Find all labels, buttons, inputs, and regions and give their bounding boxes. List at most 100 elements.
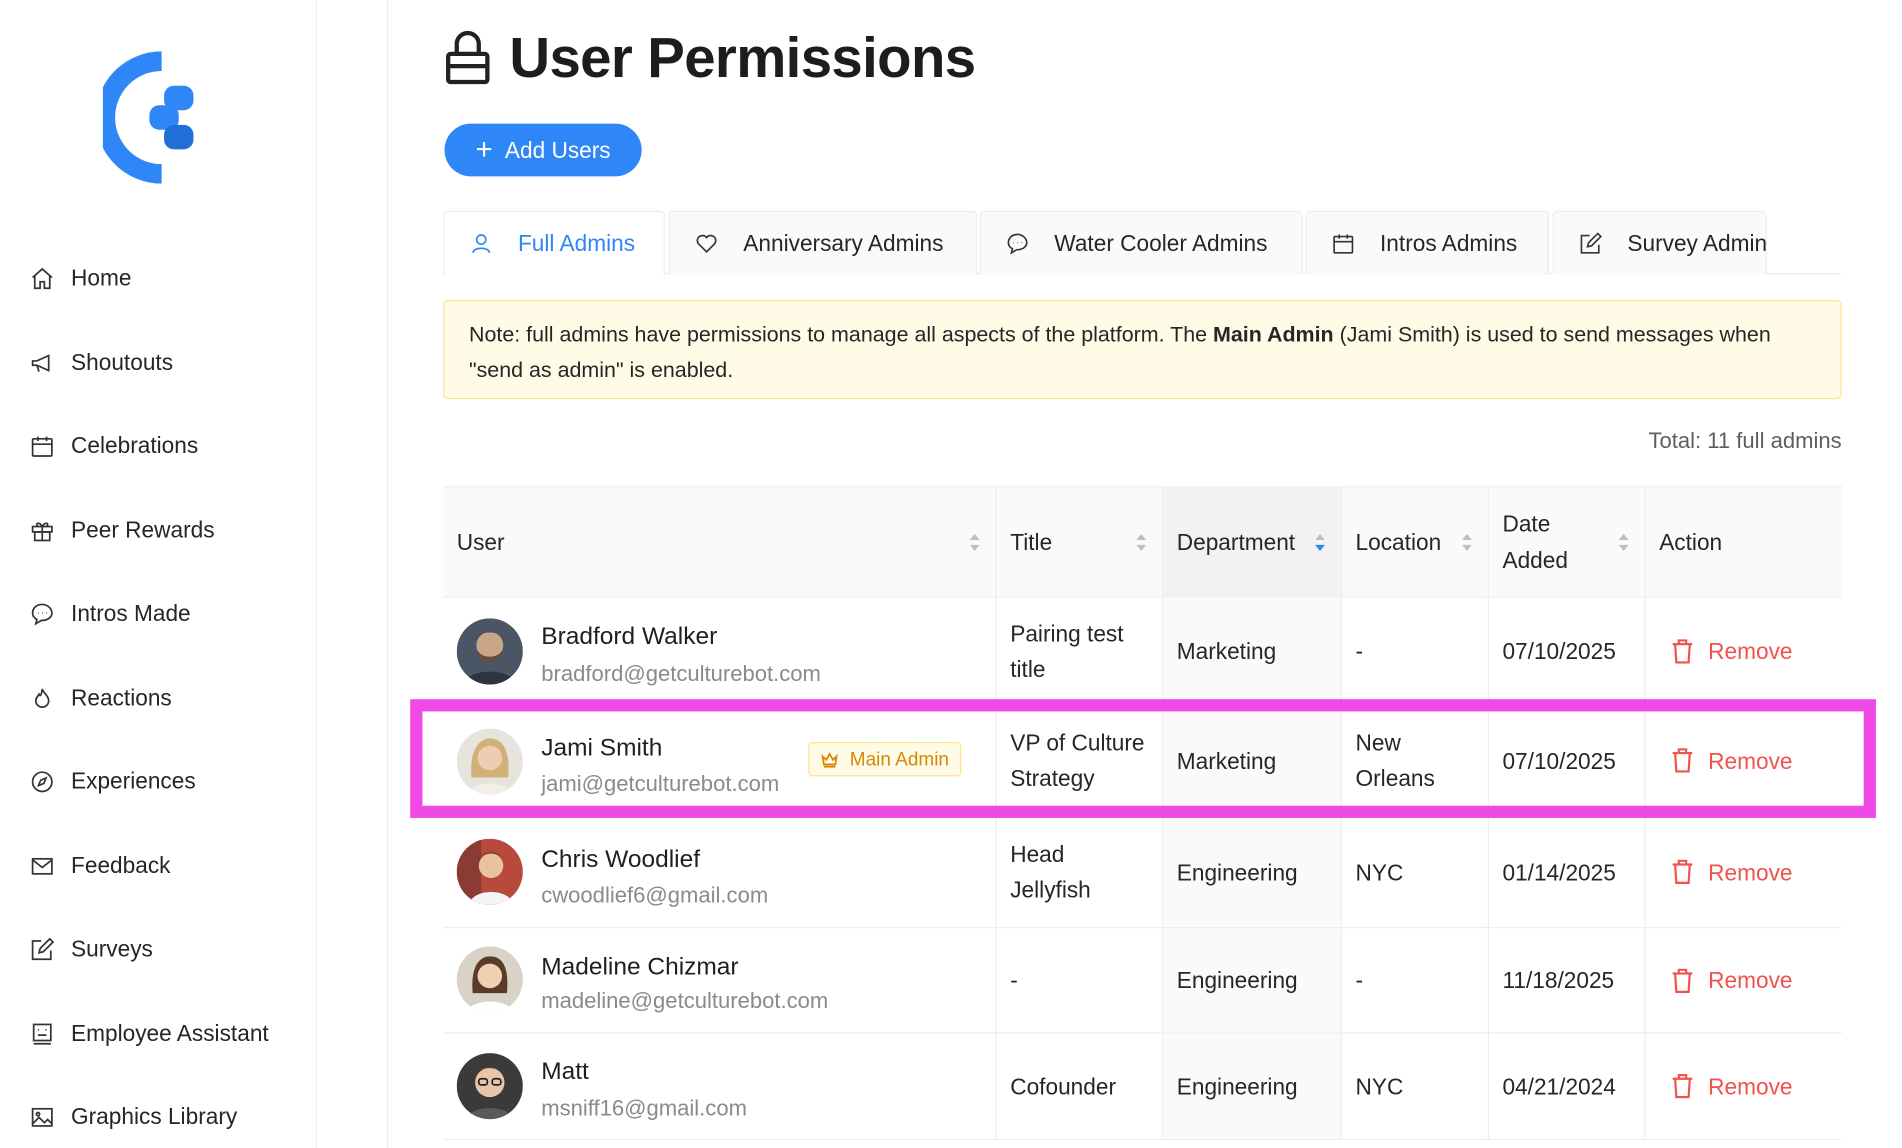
tab-label: Intros Admins (1380, 229, 1518, 256)
sidebar-item-surveys[interactable]: Surveys (29, 931, 153, 968)
add-users-button[interactable]: + Add Users (444, 123, 642, 177)
lock-icon (446, 30, 490, 85)
home-icon (32, 267, 53, 289)
location-cell: NYC (1342, 1033, 1489, 1139)
user-cell: Matt msniff16@gmail.com (443, 1033, 997, 1139)
column-header-label: Title (1010, 528, 1053, 555)
calendar-icon (1333, 233, 1354, 254)
user-email: cwoodlief6@gmail.com (541, 882, 769, 908)
sidebar-item-feedback[interactable]: Feedback (29, 847, 171, 884)
column-header-label: Action (1659, 528, 1723, 555)
edit-icon (1580, 231, 1602, 254)
total-count: Total: 11 full admins (1648, 428, 1842, 454)
sidebar-item-intros-made[interactable]: Intros Made (29, 595, 191, 632)
avatar[interactable] (456, 1053, 523, 1120)
user-name: Jami Smith (541, 734, 663, 762)
sort-icon[interactable] (1461, 531, 1473, 553)
compass-icon (31, 770, 53, 792)
location-cell: - (1342, 928, 1489, 1033)
main-admin-badge: Main Admin (808, 742, 962, 777)
page-title: User Permissions (509, 25, 976, 90)
department-cell: Marketing (1163, 597, 1343, 705)
main-content: User Permissions + Add Users Full Admins… (389, 0, 1901, 1148)
sidebar-item-home[interactable]: Home (29, 260, 131, 297)
column-header-action: Action (1646, 487, 1842, 597)
image-icon (31, 1107, 53, 1127)
department-cell: Marketing (1163, 705, 1343, 816)
title-cell: - (997, 928, 1164, 1033)
remove-button[interactable]: Remove (1671, 633, 1793, 669)
column-header-title[interactable]: Title (997, 487, 1164, 598)
sidebar-item-graphics-library[interactable]: Graphics Library (29, 1098, 237, 1135)
edit-icon (31, 937, 55, 960)
user-cell: Jami Smith jami@getculturebot.com Main A… (443, 705, 997, 816)
avatar[interactable] (456, 946, 523, 1013)
column-header-label: Department (1176, 528, 1296, 555)
remove-label: Remove (1708, 967, 1793, 994)
column-header-location[interactable]: Location (1342, 487, 1489, 598)
user-cell: Chris Woodlief cwoodlief6@gmail.com (443, 816, 997, 927)
sidebar-item-label: Intros Made (71, 600, 191, 626)
department-cell: Engineering (1163, 816, 1343, 927)
sort-icon[interactable] (969, 531, 981, 553)
chat-icon (1007, 233, 1028, 254)
location-cell: NYC (1342, 816, 1489, 927)
remove-label: Remove (1708, 858, 1793, 885)
user-email: bradford@getculturebot.com (541, 661, 821, 686)
column-header-date-added[interactable]: Date Added (1489, 487, 1646, 598)
date-cell: 07/10/2025 (1489, 597, 1646, 705)
tab-full-admins[interactable]: Full Admins (443, 210, 665, 276)
remove-button[interactable]: Remove (1671, 854, 1793, 890)
trash-icon (1672, 859, 1693, 884)
tab-water-cooler-admins[interactable]: Water Cooler Admins (979, 210, 1303, 275)
sort-icon[interactable] (1314, 531, 1326, 553)
sort-icon[interactable] (1135, 531, 1147, 553)
add-users-label: Add Users (504, 136, 611, 163)
sidebar-item-label: Celebrations (71, 432, 199, 458)
sidebar-item-peer-rewards[interactable]: Peer Rewards (29, 512, 215, 549)
tab-anniversary-admins[interactable]: Anniversary Admins (668, 210, 978, 275)
department-cell: Engineering (1163, 928, 1343, 1033)
tab-survey-admins[interactable]: Survey Admins (1552, 210, 1767, 275)
user-cell: Bradford Walker bradford@getculturebot.c… (443, 597, 997, 705)
remove-button[interactable]: Remove (1671, 743, 1793, 779)
admins-table: User Title Department Location Date Added… (443, 486, 1842, 1141)
sidebar-item-experiences[interactable]: Experiences (29, 763, 196, 800)
column-header-department[interactable]: Department (1163, 487, 1343, 598)
sidebar-item-employee-assistant[interactable]: Employee Assistant (29, 1015, 269, 1052)
remove-button[interactable]: Remove (1671, 1068, 1793, 1104)
action-cell: Remove (1646, 705, 1842, 815)
trash-icon (1672, 1074, 1693, 1099)
sidebar-item-label: Graphics Library (71, 1103, 238, 1129)
date-cell: 07/10/2025 (1489, 705, 1646, 816)
remove-button[interactable]: Remove (1671, 962, 1793, 998)
remove-label: Remove (1708, 637, 1793, 664)
tab-label: Survey Admins (1627, 229, 1767, 256)
avatar[interactable] (456, 728, 523, 795)
sidebar-item-reactions[interactable]: Reactions (29, 680, 172, 717)
sort-icon[interactable] (1618, 531, 1630, 553)
culturebot-logo[interactable] (102, 51, 213, 184)
column-header-label: Date Added (1502, 510, 1568, 574)
table-row: Bradford Walker bradford@getculturebot.c… (443, 597, 1842, 706)
sidebar-item-shoutouts[interactable]: Shoutouts (29, 344, 173, 381)
department-cell: Engineering (1163, 1033, 1343, 1139)
user-icon (472, 234, 491, 254)
location-cell: - (1342, 597, 1489, 705)
tab-intros-admins[interactable]: Intros Admins (1305, 210, 1549, 275)
user-email: msniff16@gmail.com (541, 1095, 747, 1121)
tab-label: Full Admins (517, 230, 636, 256)
sidebar-item-celebrations[interactable]: Celebrations (29, 427, 198, 464)
title-cell: Head Jellyfish (997, 816, 1164, 927)
column-header-user[interactable]: User (443, 487, 997, 598)
date-cell: 04/21/2024 (1489, 1033, 1646, 1139)
avatar[interactable] (456, 618, 523, 685)
megaphone-icon (31, 353, 50, 372)
trash-icon (1672, 748, 1693, 773)
sidebar-item-label: Shoutouts (71, 348, 174, 375)
sidebar-item-label: Reactions (71, 684, 172, 711)
admin-note: Note: full admins have permissions to ma… (443, 300, 1842, 400)
avatar[interactable] (456, 838, 523, 905)
user-email: jami@getculturebot.com (541, 771, 780, 796)
note-bold: Main Admin (1213, 322, 1334, 347)
